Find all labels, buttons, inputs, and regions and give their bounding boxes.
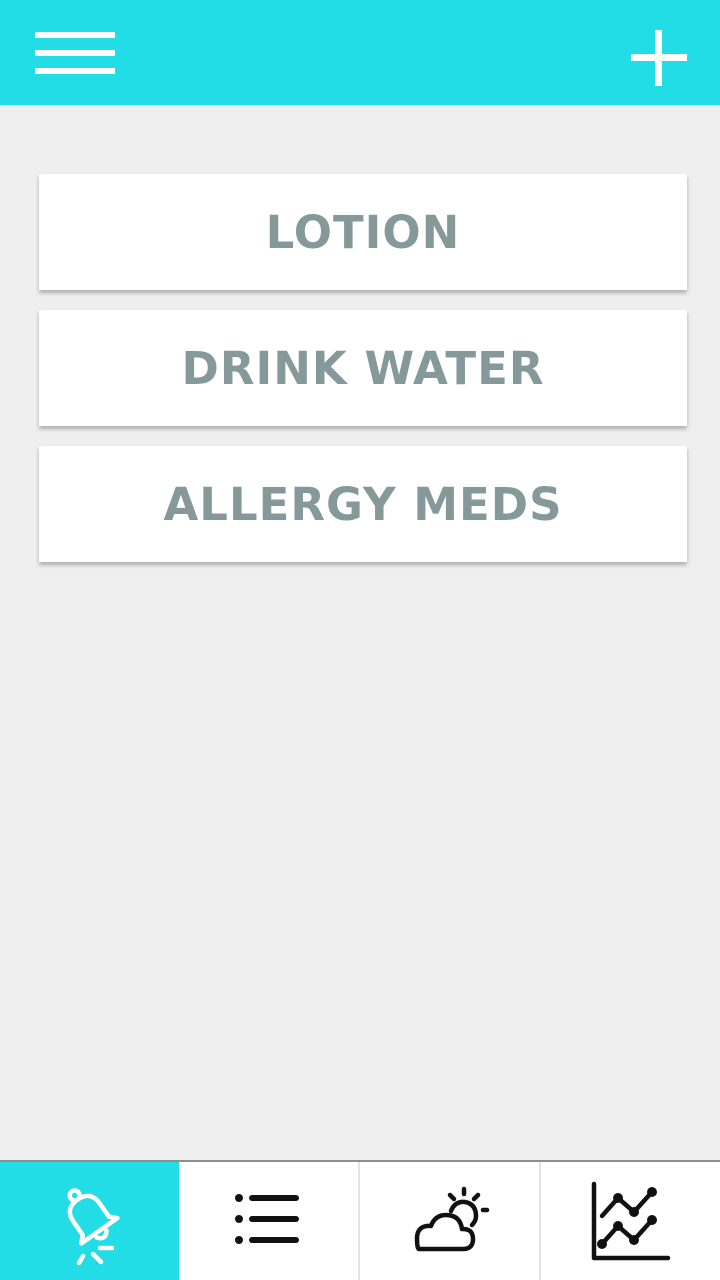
- chart-icon: [591, 1181, 670, 1261]
- tab-reminders[interactable]: [0, 1162, 179, 1280]
- weather-icon: [414, 1186, 489, 1252]
- reminder-card-allergy-meds[interactable]: ALLERGY MEDS: [39, 446, 687, 562]
- menu-button[interactable]: [35, 32, 115, 74]
- bottom-navigation: [0, 1160, 720, 1280]
- tab-weather[interactable]: [360, 1162, 541, 1280]
- reminder-card-lotion[interactable]: LOTION: [39, 174, 687, 290]
- bell-icon: [66, 1188, 120, 1266]
- add-reminder-button[interactable]: [628, 28, 690, 88]
- top-app-bar: [0, 0, 720, 105]
- tab-list[interactable]: [179, 1162, 360, 1280]
- reminder-label: LOTION: [265, 205, 461, 259]
- list-icon: [234, 1194, 299, 1244]
- reminder-label: ALLERGY MEDS: [163, 477, 563, 531]
- reminder-card-drink-water[interactable]: DRINK WATER: [39, 310, 687, 426]
- reminder-list: LOTION DRINK WATER ALLERGY MEDS: [39, 174, 687, 562]
- tab-chart[interactable]: [541, 1162, 720, 1280]
- reminder-label: DRINK WATER: [181, 341, 545, 395]
